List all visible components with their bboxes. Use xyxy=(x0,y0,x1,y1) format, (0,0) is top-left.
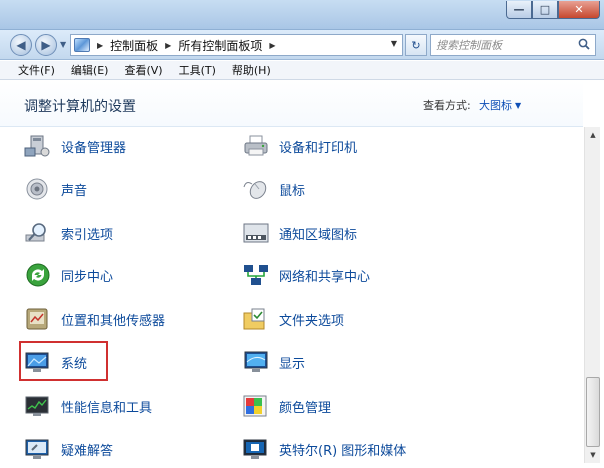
color-management-icon xyxy=(242,394,270,418)
menu-file[interactable]: 文件(F) xyxy=(0,62,63,78)
item-location-sensors[interactable]: 位置和其他传感器 xyxy=(24,306,165,332)
item-label: 性能信息和工具 xyxy=(61,400,153,416)
content-header: 调整计算机的设置 查看方式: 大图标 ▼ xyxy=(0,81,583,127)
item-label: 声音 xyxy=(61,183,88,199)
troubleshoot-icon xyxy=(24,437,52,461)
item-performance[interactable]: 性能信息和工具 xyxy=(24,393,152,419)
back-arrow-icon[interactable]: ◀ xyxy=(10,34,32,56)
performance-icon xyxy=(24,394,52,418)
item-folder-options[interactable]: 文件夹选项 xyxy=(242,306,344,332)
item-mouse[interactable]: 鼠标 xyxy=(242,176,305,202)
title-bar: — □ ✕ xyxy=(0,0,604,30)
item-device-manager[interactable]: 设备管理器 xyxy=(24,133,126,159)
item-label: 通知区域图标 xyxy=(279,227,358,243)
menu-help[interactable]: 帮助(H) xyxy=(224,62,279,78)
breadcrumb-control-panel[interactable]: 控制面板 xyxy=(110,37,158,54)
item-sound[interactable]: 声音 xyxy=(24,176,87,202)
indexing-icon xyxy=(24,221,52,245)
menu-view[interactable]: 查看(V) xyxy=(116,62,170,78)
intel-graphics-icon xyxy=(242,437,270,461)
chevron-down-icon: ▼ xyxy=(515,101,522,110)
refresh-button[interactable]: ↻ xyxy=(405,34,427,56)
item-label: 文件夹选项 xyxy=(279,313,345,329)
vertical-scrollbar[interactable]: ▲ ▼ xyxy=(584,127,600,463)
address-bar[interactable]: ▶ 控制面板 ▶ 所有控制面板项 ▶ ▼ xyxy=(70,34,403,56)
item-notification-icons[interactable]: 通知区域图标 xyxy=(242,220,357,246)
item-label: 网络和共享中心 xyxy=(279,269,371,285)
item-indexing-options[interactable]: 索引选项 xyxy=(24,220,113,246)
sensor-icon xyxy=(24,307,52,331)
window-controls: — □ ✕ xyxy=(506,1,600,19)
item-label: 索引选项 xyxy=(61,227,114,243)
view-by-dropdown[interactable]: 大图标 ▼ xyxy=(479,97,521,113)
network-icon xyxy=(242,263,270,287)
control-panel-icon xyxy=(74,38,90,52)
item-label: 位置和其他传感器 xyxy=(61,313,166,329)
item-label: 颜色管理 xyxy=(279,400,332,416)
view-by-value: 大图标 xyxy=(479,99,512,112)
close-button[interactable]: ✕ xyxy=(558,1,600,19)
item-troubleshooting[interactable]: 疑难解答 xyxy=(24,436,113,462)
item-label: 设备管理器 xyxy=(61,140,127,156)
printer-icon xyxy=(242,134,270,158)
item-color-management[interactable]: 颜色管理 xyxy=(242,393,331,419)
folder-options-icon xyxy=(242,307,270,331)
view-by-label: 查看方式: xyxy=(423,99,471,112)
sync-center-icon xyxy=(24,263,52,287)
breadcrumb-chevron-icon[interactable]: ▶ xyxy=(269,41,275,50)
mouse-icon xyxy=(242,177,270,201)
item-label: 英特尔(R) 图形和媒体 xyxy=(279,443,407,459)
navigation-bar: ◀ ▶ ▼ ▶ 控制面板 ▶ 所有控制面板项 ▶ ▼ ↻ 搜索控制面板 xyxy=(0,30,604,60)
maximize-button[interactable]: □ xyxy=(532,1,558,19)
search-icon[interactable] xyxy=(578,38,590,50)
speaker-icon xyxy=(24,177,52,201)
device-manager-icon xyxy=(24,134,52,158)
breadcrumb-chevron-icon[interactable]: ▶ xyxy=(97,41,103,50)
item-display[interactable]: 显示 xyxy=(242,349,305,375)
page-title: 调整计算机的设置 xyxy=(24,99,136,115)
menu-tools[interactable]: 工具(T) xyxy=(171,62,224,78)
refresh-icon: ↻ xyxy=(411,38,421,52)
scroll-up-icon[interactable]: ▲ xyxy=(585,127,601,143)
menu-bar: 文件(F) 编辑(E) 查看(V) 工具(T) 帮助(H) xyxy=(0,61,604,80)
item-network-sharing[interactable]: 网络和共享中心 xyxy=(242,262,370,288)
scroll-down-icon[interactable]: ▼ xyxy=(585,447,601,463)
breadcrumb-all-items[interactable]: 所有控制面板项 xyxy=(178,37,262,54)
item-devices-printers[interactable]: 设备和打印机 xyxy=(242,133,357,159)
menu-edit[interactable]: 编辑(E) xyxy=(63,62,117,78)
address-dropdown-icon[interactable]: ▼ xyxy=(391,39,397,48)
item-label: 显示 xyxy=(279,356,306,372)
item-label: 同步中心 xyxy=(61,269,114,285)
recent-pages-dropdown-icon[interactable]: ▼ xyxy=(60,40,66,49)
item-label: 鼠标 xyxy=(279,183,306,199)
forward-arrow-icon[interactable]: ▶ xyxy=(35,34,57,56)
scroll-thumb[interactable] xyxy=(586,377,600,447)
breadcrumb-chevron-icon[interactable]: ▶ xyxy=(165,41,171,50)
display-icon xyxy=(242,350,270,374)
item-intel-graphics[interactable]: 英特尔(R) 图形和媒体 xyxy=(242,436,406,462)
search-placeholder: 搜索控制面板 xyxy=(436,39,502,52)
minimize-button[interactable]: — xyxy=(506,1,532,19)
highlight-box xyxy=(19,341,108,381)
item-label: 设备和打印机 xyxy=(279,140,358,156)
item-sync-center[interactable]: 同步中心 xyxy=(24,262,113,288)
notification-area-icon xyxy=(242,221,270,245)
item-label: 疑难解答 xyxy=(61,443,114,459)
search-input[interactable]: 搜索控制面板 xyxy=(430,34,596,56)
